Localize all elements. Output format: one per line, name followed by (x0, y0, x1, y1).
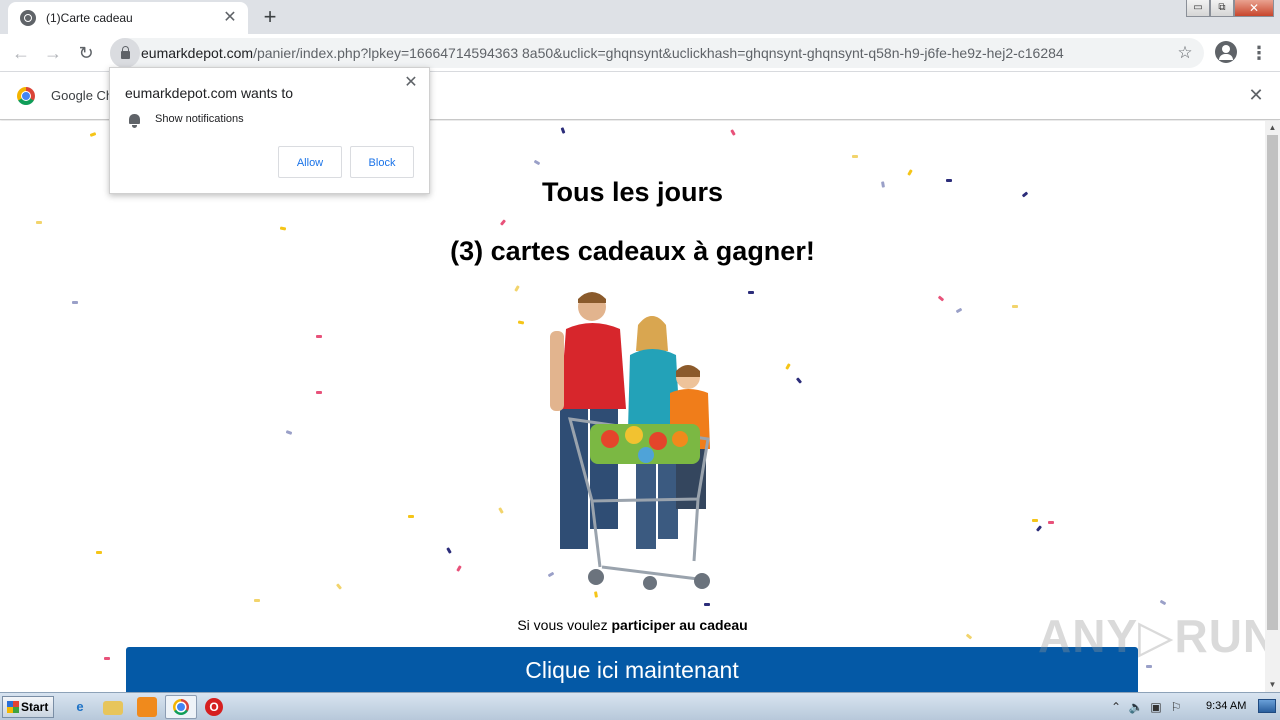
confetti-piece (852, 155, 858, 158)
url-host: eumarkdepot.com (141, 45, 254, 61)
confetti-piece (316, 335, 322, 338)
tray-expand-icon[interactable]: ⌃ (1106, 700, 1126, 714)
prompt-title: eumarkdepot.com wants to (125, 85, 294, 101)
confetti-piece (408, 515, 414, 518)
prompt-close-icon[interactable]: ✕ (402, 74, 420, 92)
profile-avatar-icon[interactable] (1215, 41, 1237, 63)
confetti-piece (285, 430, 293, 435)
action-center-flag-icon[interactable]: ⚐ (1166, 700, 1186, 714)
allow-button[interactable]: Allow (278, 146, 342, 178)
lock-icon[interactable] (110, 38, 140, 68)
globe-icon (20, 10, 36, 26)
chrome-logo-icon (17, 87, 35, 105)
address-bar[interactable]: eumarkdepot.com/panier/index.php?lpkey=1… (110, 38, 1204, 68)
confetti-piece (514, 285, 520, 292)
participation-prefix: Si vous voulez (517, 617, 612, 633)
window-controls: ▭ ⧉ ✕ (1186, 0, 1274, 18)
confetti-piece (704, 603, 710, 606)
block-button[interactable]: Block (350, 146, 414, 178)
forward-button[interactable]: → (40, 40, 66, 66)
confetti-piece (1048, 521, 1054, 524)
scroll-up-arrow-icon[interactable]: ▲ (1265, 121, 1280, 135)
tab-strip: (1)Carte cadeau ✕ + ▭ ⧉ ✕ (0, 0, 1280, 34)
opera-icon[interactable]: O (205, 698, 223, 716)
confetti-piece (96, 551, 102, 554)
windows-logo-icon (7, 701, 19, 713)
bell-icon (129, 114, 140, 128)
url-text[interactable]: eumarkdepot.com/panier/index.php?lpkey=1… (141, 45, 1174, 61)
scroll-down-arrow-icon[interactable]: ▼ (1265, 678, 1280, 692)
page-subheading: (3) cartes cadeaux à gagner! (450, 236, 815, 266)
permission-label: Show notifications (155, 113, 244, 125)
windows-taskbar: Start e O ⌃ 🔈 ▣ ⚐ 9:34 AM (0, 692, 1280, 720)
confetti-piece (254, 599, 260, 602)
browser-menu-icon[interactable]: ⋮ (1250, 40, 1268, 66)
page-scrollbar[interactable]: ▲ ▼ (1265, 121, 1280, 692)
confetti-piece (89, 132, 97, 137)
confetti-piece (965, 633, 973, 640)
confetti-piece (560, 127, 566, 134)
scroll-thumb[interactable] (1267, 135, 1278, 630)
notification-permission-prompt: eumarkdepot.com wants to ✕ Show notifica… (109, 67, 430, 194)
confetti-piece (533, 159, 541, 166)
url-path: /panier/index.php?lpkey=16664714594363 8… (253, 45, 1064, 61)
confetti-piece (907, 169, 913, 176)
confetti-piece (955, 307, 963, 314)
confetti-piece (1159, 599, 1167, 606)
reload-button[interactable]: ↻ (73, 40, 99, 66)
minimize-button[interactable]: ▭ (1186, 0, 1210, 17)
click-here-now-button[interactable]: Clique ici maintenant (126, 647, 1138, 692)
file-explorer-icon[interactable] (103, 701, 123, 715)
confetti-piece (1035, 525, 1043, 532)
internet-explorer-icon[interactable]: e (70, 697, 90, 717)
media-player-icon[interactable] (137, 697, 157, 717)
participation-bold: participer au cadeau (611, 617, 748, 633)
start-button[interactable]: Start (2, 696, 54, 718)
confetti-piece (785, 363, 791, 370)
taskbar-clock[interactable]: 9:34 AM (1206, 700, 1246, 712)
confetti-piece (748, 291, 754, 294)
confetti-piece (517, 320, 525, 325)
window-close-button[interactable]: ✕ (1234, 0, 1274, 17)
bookmark-star-icon[interactable]: ☆ (1174, 43, 1196, 63)
confetti-piece (795, 377, 803, 384)
network-icon[interactable]: ▣ (1146, 700, 1166, 714)
new-tab-button[interactable]: + (258, 6, 282, 30)
chrome-taskbar-button[interactable] (165, 695, 197, 719)
confetti-piece (1012, 305, 1018, 308)
confetti-piece (446, 547, 452, 554)
confetti-piece (316, 391, 322, 394)
confetti-piece (335, 583, 343, 590)
confetti-piece (730, 129, 736, 136)
confetti-piece (279, 226, 287, 231)
confetti-piece (499, 219, 507, 226)
info-bar-close-icon[interactable]: ✕ (1246, 85, 1266, 105)
browser-tab[interactable]: (1)Carte cadeau ✕ (8, 2, 248, 34)
volume-icon[interactable]: 🔈 (1126, 700, 1146, 714)
anyrun-watermark: ANY▷RUN (1038, 610, 1265, 662)
confetti-piece (456, 565, 462, 572)
confetti-piece (36, 221, 42, 224)
confetti-piece (72, 301, 78, 304)
info-bar-text: Google Ch (51, 88, 114, 103)
tab-title: (1)Carte cadeau (46, 11, 133, 25)
confetti-piece (1032, 519, 1038, 522)
start-label: Start (21, 700, 49, 714)
back-button[interactable]: ← (8, 40, 34, 66)
show-desktop-button[interactable] (1258, 699, 1276, 713)
system-tray: ⌃ 🔈 ▣ ⚐ (1106, 696, 1186, 718)
confetti-piece (498, 507, 504, 514)
confetti-piece (937, 295, 945, 302)
confetti-piece (1146, 665, 1152, 668)
confetti-piece (104, 657, 110, 660)
tab-close-icon[interactable]: ✕ (220, 8, 240, 28)
page-content: Tous les jours (3) cartes cadeaux à gagn… (0, 121, 1265, 692)
family-shopping-cart-image (550, 292, 710, 590)
maximize-button[interactable]: ⧉ (1210, 0, 1234, 17)
chrome-icon (173, 699, 189, 715)
